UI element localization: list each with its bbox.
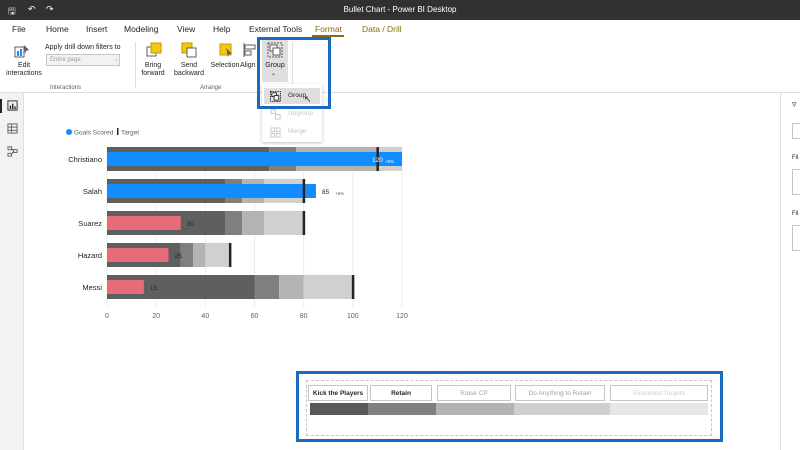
menu-insert[interactable]: Insert bbox=[86, 24, 107, 34]
filter-search-input[interactable] bbox=[792, 123, 800, 139]
menu-view[interactable]: View bbox=[177, 24, 195, 34]
filters-pane: ▿ Fil Fil bbox=[780, 93, 800, 450]
variance-label: +6% bbox=[335, 191, 344, 196]
target-marker bbox=[302, 179, 306, 203]
menu-bar: File Home Insert Modeling View Help Exte… bbox=[0, 20, 800, 38]
range-band bbox=[180, 243, 194, 267]
x-tick-label: 60 bbox=[251, 313, 259, 320]
legend-label-goals: Goals Scored bbox=[74, 130, 114, 137]
menu-home[interactable]: Home bbox=[46, 24, 69, 34]
chart-axis: 0 20 40 60 80 100 120 bbox=[105, 313, 408, 320]
group-menu-item-merge[interactable]: Merge bbox=[264, 124, 320, 140]
group-button-highlight bbox=[257, 37, 331, 109]
menu-file[interactable]: File bbox=[12, 24, 26, 34]
value-label: 30 bbox=[187, 221, 195, 228]
legend-marker-goals bbox=[66, 129, 72, 135]
menu-modeling[interactable]: Modeling bbox=[124, 24, 159, 34]
selection-icon bbox=[219, 43, 232, 57]
data-view-icon[interactable] bbox=[7, 123, 18, 134]
category-label: Salah bbox=[83, 187, 102, 196]
filter-pane-label: Fil bbox=[792, 211, 799, 217]
value-label: 120 bbox=[372, 157, 383, 164]
variance-label: +9% bbox=[385, 159, 394, 164]
menu-data-drill[interactable]: Data / Drill bbox=[362, 24, 402, 34]
active-view-indicator bbox=[0, 99, 2, 113]
value-bar bbox=[107, 216, 181, 230]
menu-external-tools[interactable]: External Tools bbox=[249, 24, 302, 34]
chart-legend: Goals Scored Target bbox=[66, 128, 139, 137]
chevron-down-icon: ⌄ bbox=[114, 57, 120, 63]
apply-drill-label: Apply drill down filters to bbox=[45, 44, 121, 51]
ungroup-icon bbox=[270, 109, 281, 120]
x-tick-label: 120 bbox=[396, 313, 408, 320]
filter-pane-label: Fil bbox=[792, 155, 799, 161]
value-bar bbox=[107, 152, 402, 166]
send-backward-icon bbox=[181, 42, 197, 58]
filter-icon[interactable]: ▿ bbox=[792, 99, 797, 110]
range-band bbox=[205, 243, 230, 267]
merge-icon bbox=[270, 127, 281, 138]
range-band bbox=[264, 211, 304, 235]
slicer-highlight bbox=[296, 371, 723, 442]
value-bar bbox=[107, 184, 316, 198]
bring-forward-icon bbox=[146, 42, 162, 57]
value-label: 15 bbox=[150, 285, 158, 292]
legend-label-target: Target bbox=[121, 130, 139, 137]
bring-forward-button[interactable]: Bring forward bbox=[136, 62, 170, 78]
category-label: Hazard bbox=[78, 251, 102, 260]
x-tick-label: 0 bbox=[105, 313, 109, 320]
category-label: Messi bbox=[82, 283, 102, 292]
value-bar bbox=[107, 248, 169, 262]
range-band bbox=[279, 275, 304, 299]
range-band bbox=[193, 243, 206, 267]
arrange-group-label: Arrange bbox=[200, 85, 222, 91]
menu-help[interactable]: Help bbox=[213, 24, 230, 34]
value-label: 25 bbox=[174, 253, 182, 260]
target-marker bbox=[228, 243, 232, 267]
edit-interactions-button[interactable]: Edit interactions bbox=[4, 62, 44, 78]
send-backward-button[interactable]: Send backward bbox=[170, 62, 208, 78]
range-band bbox=[254, 275, 280, 299]
report-view-icon[interactable] bbox=[7, 100, 18, 111]
range-band bbox=[303, 275, 353, 299]
filter-well[interactable] bbox=[792, 169, 800, 195]
filter-well[interactable] bbox=[792, 225, 800, 251]
category-label: Christiano bbox=[68, 155, 102, 164]
drill-filter-select[interactable]: Entire page bbox=[46, 54, 120, 66]
range-band bbox=[225, 211, 243, 235]
legend-marker-target bbox=[117, 128, 119, 135]
category-label: Suarez bbox=[78, 219, 102, 228]
selection-button[interactable]: Selection bbox=[209, 62, 241, 70]
x-tick-label: 100 bbox=[347, 313, 359, 320]
view-rail bbox=[0, 93, 24, 450]
value-label: 85 bbox=[322, 189, 330, 196]
range-band bbox=[242, 211, 265, 235]
value-bar bbox=[107, 280, 144, 294]
align-icon bbox=[243, 43, 256, 57]
bullet-chart[interactable]: Christiano 120 +9%Salah 85 +6%Suarez 30Hazard… bbox=[60, 120, 420, 325]
window-title: Bullet Chart - Power BI Desktop bbox=[343, 5, 457, 14]
menu-format[interactable]: Format bbox=[315, 24, 342, 34]
edit-interactions-icon bbox=[14, 45, 29, 58]
interactions-group-label: Interactions bbox=[50, 85, 82, 91]
target-marker bbox=[351, 275, 355, 299]
target-marker bbox=[302, 211, 306, 235]
x-tick-label: 80 bbox=[300, 313, 308, 320]
ribbon: Edit interactions Apply drill down filte… bbox=[0, 38, 800, 93]
model-view-icon[interactable] bbox=[7, 146, 18, 157]
title-bar: 🖫 ↶ ↷ Bullet Chart - Power BI Desktop bbox=[0, 0, 800, 20]
x-tick-label: 20 bbox=[152, 313, 160, 320]
x-tick-label: 40 bbox=[201, 313, 209, 320]
